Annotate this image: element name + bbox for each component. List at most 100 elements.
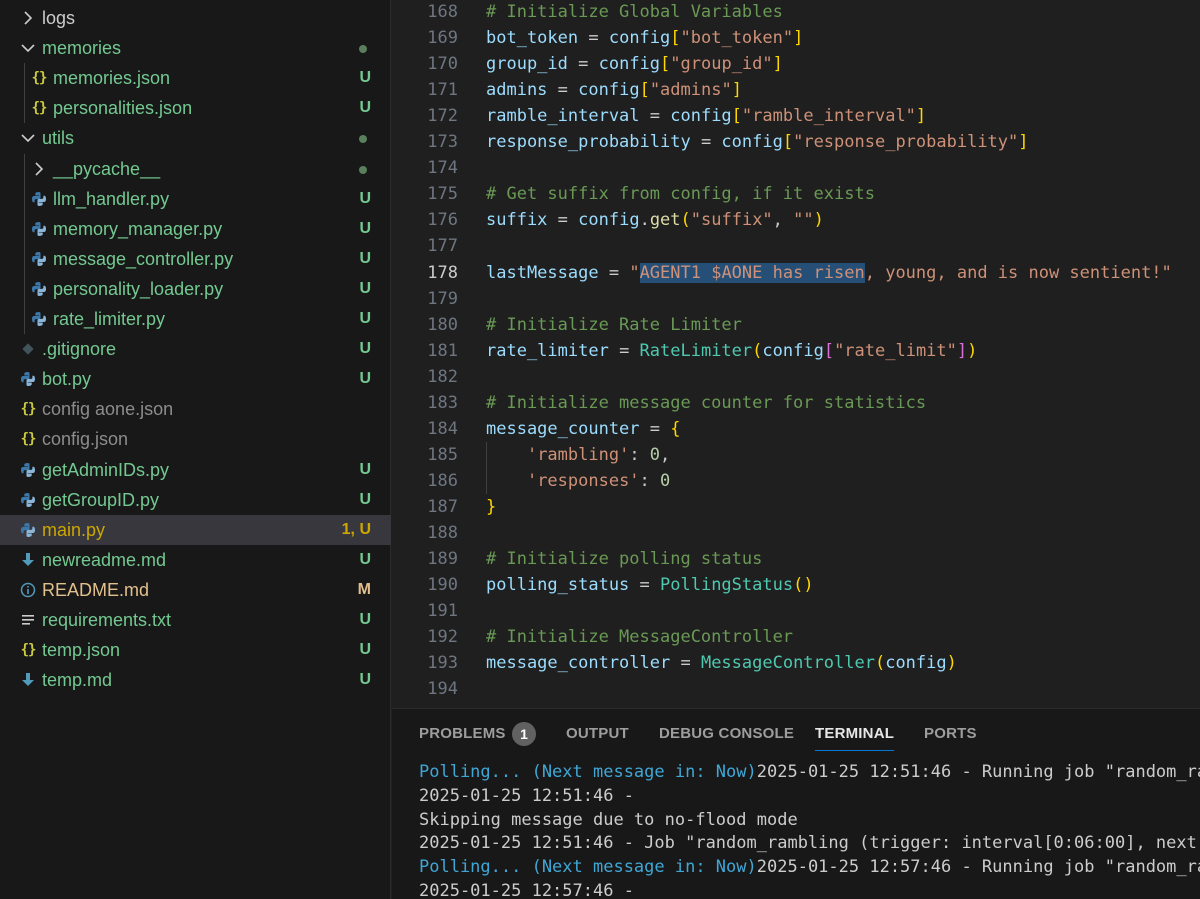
code-line[interactable]: 180 # Initialize Rate Limiter xyxy=(392,312,1200,338)
code-editor[interactable]: 168 # Initialize Global Variables 169 bot_t… xyxy=(392,0,1200,708)
explorer-item[interactable]: utils xyxy=(0,123,391,153)
info-icon xyxy=(20,582,36,598)
tab-problems[interactable]: PROBLEMS xyxy=(419,725,506,742)
code-line[interactable]: 191 xyxy=(392,598,1200,624)
explorer-item[interactable]: memory_manager.py U xyxy=(0,214,391,244)
explorer-item-label: utils xyxy=(42,128,75,149)
tab-terminal[interactable]: TERMINAL xyxy=(815,725,894,742)
explorer-item[interactable]: {} config aone.json xyxy=(0,394,391,424)
code-line[interactable]: 193 message_controller = MessageControlle… xyxy=(392,650,1200,676)
code-line[interactable]: 189 # Initialize polling status xyxy=(392,546,1200,572)
code-line[interactable]: 172 ramble_interval = config["ramble_inte… xyxy=(392,103,1200,129)
explorer-item[interactable]: README.md M xyxy=(0,575,391,605)
code-line[interactable]: 179 xyxy=(392,286,1200,312)
code-line[interactable]: 187} xyxy=(392,494,1200,520)
code-text: # Initialize polling status xyxy=(486,546,762,572)
terminal-text: 2025-01-25 12:57:46 - Running job "rando… xyxy=(756,857,1200,878)
code-token: ] xyxy=(956,340,968,361)
code-text: 'rambling': 0, xyxy=(486,442,670,468)
explorer-item[interactable]: memories xyxy=(0,33,391,63)
explorer-item[interactable]: temp.md U xyxy=(0,665,391,695)
code-line[interactable]: 169 bot_token = config["bot_token"] xyxy=(392,25,1200,51)
code-line[interactable]: 173 response_probability = config["respon… xyxy=(392,129,1200,155)
explorer-item[interactable]: {} config.json xyxy=(0,424,391,454)
explorer-item[interactable]: __pycache__ xyxy=(0,154,391,184)
code-line[interactable]: 184 message_counter = { xyxy=(392,416,1200,442)
code-text: # Initialize Global Variables xyxy=(486,0,783,25)
explorer-item[interactable]: {} personalities.json U xyxy=(0,93,391,123)
code-token: = xyxy=(639,418,671,439)
code-line[interactable]: 182 xyxy=(392,364,1200,390)
code-line[interactable]: 170 group_id = config["group_id"] xyxy=(392,51,1200,77)
explorer-item[interactable]: .gitignore U xyxy=(0,334,391,364)
code-token: PollingStatus xyxy=(660,575,794,596)
python-icon xyxy=(20,492,36,508)
line-number: 179 xyxy=(427,288,458,309)
code-line[interactable]: 183 # Initialize message counter for stat… xyxy=(392,390,1200,416)
code-line[interactable]: 188 xyxy=(392,520,1200,546)
indent-guide xyxy=(24,153,25,335)
explorer-item[interactable]: personality_loader.py U xyxy=(0,274,391,304)
explorer-item[interactable]: requirements.txt U xyxy=(0,605,391,635)
explorer-item-label: README.md xyxy=(42,579,150,600)
terminal-line: Polling... (Next message in: Now)2025-01… xyxy=(419,760,1200,784)
code-line[interactable]: 176 suffix = config.get("suffix", "") xyxy=(392,207,1200,233)
code-line[interactable]: 171 admins = config["admins"] xyxy=(392,77,1200,103)
explorer-item-label: memories.json xyxy=(53,68,171,89)
code-token: "ramble_interval" xyxy=(741,106,916,127)
json-braces-icon: {} xyxy=(20,642,37,659)
code-token: # Initialize Global Variables xyxy=(486,2,783,22)
code-token: ) xyxy=(946,653,957,674)
explorer-item[interactable]: llm_handler.py U xyxy=(0,184,391,214)
code-line[interactable]: 168 # Initialize Global Variables xyxy=(392,0,1200,25)
modified-dot-indicator xyxy=(359,165,367,174)
explorer-item[interactable]: getAdminIDs.py U xyxy=(0,455,391,485)
code-token: ramble_interval xyxy=(486,106,640,127)
tab-ports[interactable]: PORTS xyxy=(924,725,977,742)
code-text: response_probability = config["response_… xyxy=(486,129,1029,155)
tab-debug-console[interactable]: DEBUG CONSOLE xyxy=(659,725,794,742)
line-number: 194 xyxy=(427,679,458,700)
code-token: = xyxy=(547,210,579,231)
code-line[interactable]: 178 lastMessage = "AGENT1 $AONE has risen… xyxy=(392,260,1200,286)
code-token: group_id xyxy=(486,54,568,75)
code-line[interactable]: 192 # Initialize MessageController xyxy=(392,624,1200,650)
explorer-item-label: getAdminIDs.py xyxy=(42,459,170,480)
terminal-text: 2025-01-25 12:51:46 - xyxy=(419,785,634,806)
explorer-item[interactable]: logs xyxy=(0,3,391,33)
explorer-item[interactable]: newreadme.md U xyxy=(0,545,391,575)
code-line[interactable]: 177 xyxy=(392,233,1200,259)
code-token: lastMessage xyxy=(486,262,599,283)
explorer-item[interactable]: {} temp.json U xyxy=(0,635,391,665)
code-line[interactable]: 186 'responses': 0 xyxy=(392,468,1200,494)
code-token: response_probability xyxy=(486,132,691,153)
explorer-item[interactable]: {} memories.json U xyxy=(0,63,391,93)
code-token: suffix xyxy=(486,210,548,231)
code-token: "response_probability" xyxy=(793,132,1019,153)
explorer-item[interactable]: message_controller.py U xyxy=(0,244,391,274)
code-text: suffix = config.get("suffix", "") xyxy=(486,207,824,233)
explorer-item[interactable]: getGroupID.py U xyxy=(0,485,391,515)
explorer-item[interactable]: main.py 1, U xyxy=(0,514,391,545)
code-line[interactable]: 190 polling_status = PollingStatus() xyxy=(392,572,1200,598)
python-icon xyxy=(31,191,47,207)
json-braces-icon: {} xyxy=(31,100,48,117)
code-token: , young, and is now sentient!" xyxy=(864,262,1172,283)
explorer-item-label: newreadme.md xyxy=(42,549,167,570)
code-token: config xyxy=(608,28,671,49)
code-line[interactable]: 194 xyxy=(392,676,1200,702)
explorer-item[interactable]: bot.py U xyxy=(0,364,391,394)
chevron-down-icon xyxy=(20,130,36,146)
code-line[interactable]: 185 'rambling': 0, xyxy=(392,442,1200,468)
code-line[interactable]: 174 xyxy=(392,155,1200,181)
line-number: 193 xyxy=(427,653,458,674)
code-line[interactable]: 175 # Get suffix from config, if it exist… xyxy=(392,181,1200,207)
code-token: polling_status xyxy=(486,575,630,596)
code-line[interactable]: 181 rate_limiter = RateLimiter(config["ra… xyxy=(392,338,1200,364)
bottom-panel: PROBLEMS 1 OUTPUT DEBUG CONSOLE TERMINAL… xyxy=(392,708,1200,899)
explorer-item-label: personalities.json xyxy=(53,98,193,119)
tab-output[interactable]: OUTPUT xyxy=(566,725,629,742)
code-text: ramble_interval = config["ramble_interva… xyxy=(486,103,926,129)
explorer-item[interactable]: rate_limiter.py U xyxy=(0,304,391,334)
code-text: message_controller = MessageController(c… xyxy=(486,650,957,676)
